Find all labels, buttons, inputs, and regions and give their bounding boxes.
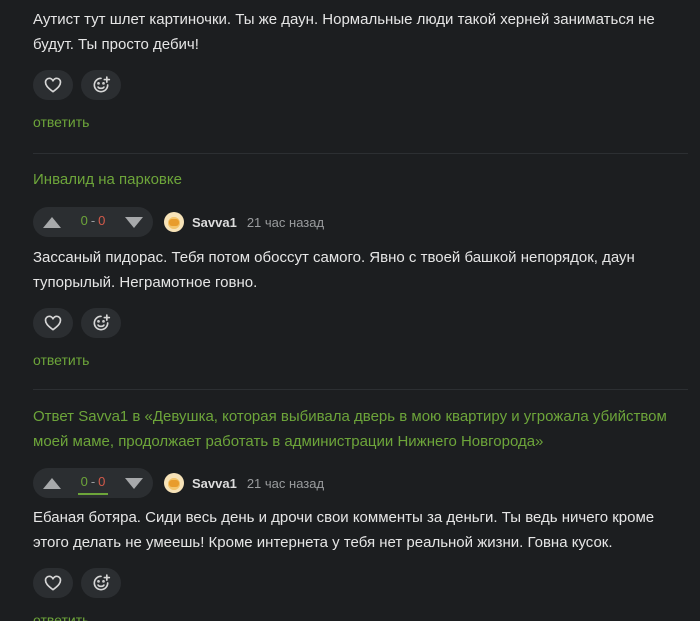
score-separator: - (90, 212, 96, 228)
like-button[interactable] (33, 568, 73, 598)
score-separator: - (90, 473, 96, 489)
heart-icon (44, 315, 62, 331)
comment-1: Аутист тут шлет картиночки. Ты же даун. … (33, 7, 688, 132)
plus-count: 0 (80, 212, 88, 228)
avatar[interactable] (164, 212, 184, 232)
smiley-add-icon (93, 76, 111, 93)
reply-link[interactable]: ответить (33, 114, 89, 130)
plus-count: 0 (80, 473, 88, 489)
upvote-icon[interactable] (43, 216, 61, 228)
divider (33, 153, 688, 154)
downvote-icon[interactable] (125, 477, 143, 489)
vote-control: 0 - 0 (33, 468, 153, 498)
comment-2: Зассаный пидорас. Тебя потом обоссут сам… (33, 245, 688, 370)
divider (33, 389, 688, 390)
vote-control: 0 - 0 (33, 207, 153, 237)
thread-title[interactable]: Инвалид на парковке (33, 167, 680, 192)
downvote-icon[interactable] (125, 216, 143, 228)
comment-text: Аутист тут шлет картиночки. Ты же даун. … (33, 11, 655, 53)
smiley-add-icon (93, 314, 111, 331)
vote-score: 0 - 0 (77, 473, 109, 495)
reply-link[interactable]: ответить (33, 612, 89, 621)
comment-actions (33, 568, 688, 598)
heart-icon (44, 575, 62, 591)
author-name[interactable]: Savva1 (192, 476, 237, 491)
add-reaction-button[interactable] (81, 70, 121, 100)
comment-text: Ебаная ботяра. Сиди весь день и дрочи св… (33, 509, 655, 551)
reply-link[interactable]: ответить (33, 352, 89, 368)
comment-text: Зассаный пидорас. Тебя потом обоссут сам… (33, 249, 635, 291)
minus-count: 0 (98, 212, 106, 228)
author-name[interactable]: Savva1 (192, 215, 237, 230)
avatar[interactable] (164, 473, 184, 493)
upvote-icon[interactable] (43, 477, 61, 489)
smiley-add-icon (93, 574, 111, 591)
like-button[interactable] (33, 70, 73, 100)
comment-time[interactable]: 21 час назад (247, 215, 324, 230)
add-reaction-button[interactable] (81, 308, 121, 338)
comment-actions (33, 308, 688, 338)
comment-time[interactable]: 21 час назад (247, 476, 324, 491)
like-button[interactable] (33, 308, 73, 338)
comment-meta: 0 - 0 Savva1 21 час назад (33, 207, 324, 237)
minus-count: 0 (98, 473, 106, 489)
rating-bar (78, 232, 109, 234)
thread-title[interactable]: Ответ Savva1 в «Девушка, которая выбивал… (33, 404, 680, 454)
comments-page: Аутист тут шлет картиночки. Ты же даун. … (0, 0, 700, 621)
comment-meta: 0 - 0 Savva1 21 час назад (33, 468, 324, 498)
comment-3: Ебаная ботяра. Сиди весь день и дрочи св… (33, 505, 688, 621)
add-reaction-button[interactable] (81, 568, 121, 598)
heart-icon (44, 77, 62, 93)
rating-bar (77, 492, 109, 495)
vote-score: 0 - 0 (81, 213, 106, 232)
comment-actions (33, 70, 688, 100)
